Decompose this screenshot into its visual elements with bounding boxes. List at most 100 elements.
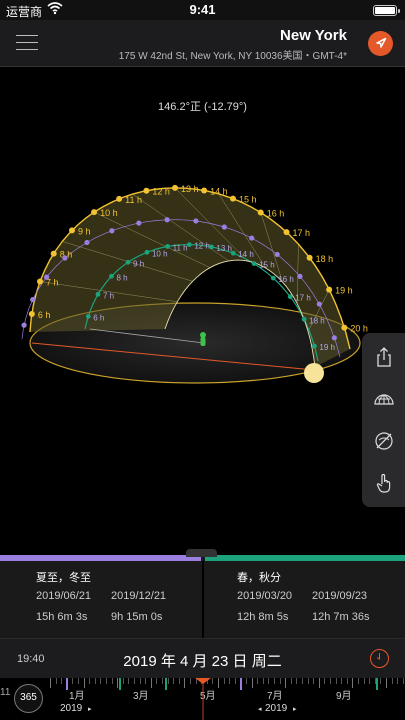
ruler-tick bbox=[190, 678, 191, 684]
sun-path-diagram[interactable]: 6 h7 h8 h9 h10 h11 h12 h 13 h 14 h15 h16 h… bbox=[0, 67, 405, 555]
ruler-tick bbox=[234, 678, 236, 684]
ruler-tick bbox=[55, 678, 57, 684]
hour-label: 14 h bbox=[238, 250, 254, 259]
hour-dot bbox=[84, 239, 90, 246]
hour-label: 13 h bbox=[181, 184, 199, 194]
ruler-tick bbox=[145, 678, 147, 684]
ruler-tick bbox=[178, 678, 180, 684]
tool-sidebar bbox=[362, 333, 405, 507]
ruler-tick bbox=[89, 678, 91, 684]
ruler-tick bbox=[369, 678, 371, 684]
locate-button[interactable] bbox=[368, 31, 393, 56]
hour-dot bbox=[193, 218, 199, 224]
hour-dot bbox=[274, 251, 280, 258]
hour-dot bbox=[37, 278, 44, 285]
ruler-tick bbox=[290, 678, 292, 684]
ruler-tick bbox=[61, 678, 63, 684]
hide-sun-button[interactable] bbox=[373, 430, 395, 452]
hour-dot bbox=[43, 274, 50, 280]
hour-dot bbox=[136, 220, 142, 226]
clock-icon[interactable] bbox=[370, 649, 389, 668]
hour-label: 10 h bbox=[100, 208, 118, 218]
date-cursor-icon bbox=[195, 678, 211, 684]
hour-label: 20 h bbox=[350, 324, 368, 334]
ruler-tick bbox=[335, 678, 337, 684]
autumn-equinox-daylength: 12h 7m 36s bbox=[312, 611, 370, 623]
hour-label: 16 h bbox=[278, 275, 294, 284]
sun-path-view[interactable]: 146.2°正 (-12.79°) 6 h7 h8 h9 h 10 h 11 h 12… bbox=[0, 67, 405, 610]
hour-dot bbox=[230, 250, 236, 256]
current-date[interactable]: 2019 年 4 月 23 日 周二 bbox=[0, 650, 405, 671]
hour-dot bbox=[143, 187, 150, 194]
ruler-tick bbox=[111, 678, 113, 684]
ruler-tick bbox=[358, 678, 359, 684]
hour-dot bbox=[85, 314, 91, 319]
ruler-tick bbox=[386, 678, 387, 688]
ruler-tick bbox=[156, 678, 158, 684]
year-view-button[interactable]: 365 bbox=[14, 684, 43, 713]
ruler-tick bbox=[324, 678, 326, 684]
hour-dot bbox=[312, 343, 317, 349]
hour-label: 8 h bbox=[116, 273, 127, 282]
date-cursor-line bbox=[202, 678, 204, 720]
ruler-tick bbox=[363, 678, 365, 684]
ruler-tick bbox=[268, 678, 270, 684]
ruler-tick bbox=[296, 678, 298, 684]
ruler-tick bbox=[218, 678, 219, 688]
menu-icon bbox=[16, 49, 38, 50]
hour-dot bbox=[326, 286, 333, 293]
dome-view-button[interactable] bbox=[373, 388, 395, 410]
hour-dot bbox=[221, 224, 227, 230]
month-label: 7月 bbox=[267, 691, 283, 702]
ruler-tick bbox=[78, 678, 79, 684]
hour-dot bbox=[229, 195, 236, 202]
ruler-tick bbox=[251, 678, 253, 688]
hour-dot bbox=[109, 273, 114, 279]
month-label: 9月 bbox=[336, 691, 352, 702]
menu-button[interactable] bbox=[16, 35, 38, 50]
ruler-tick bbox=[223, 678, 225, 684]
sun-off-icon bbox=[375, 432, 393, 450]
ruler-tick bbox=[285, 678, 287, 688]
hour-dot bbox=[172, 184, 178, 191]
ruler-tick bbox=[122, 678, 124, 684]
touch-mode-button[interactable] bbox=[373, 472, 395, 494]
season-info-panel: 夏至，冬至 2019/06/21 2019/12/21 15h 6m 3s 9h… bbox=[0, 549, 405, 638]
winter-solstice-date: 2019/12/21 bbox=[111, 590, 167, 602]
address-label[interactable]: 175 W 42nd St, New York, NY 10036美国・GMT-… bbox=[119, 47, 347, 62]
solstice-color-bar bbox=[0, 555, 201, 561]
hour-label: 7 h bbox=[103, 291, 114, 300]
hour-dot bbox=[62, 255, 68, 261]
year-label-left: 2019 bbox=[60, 703, 83, 714]
ruler-tick bbox=[346, 678, 348, 684]
status-bar: 运营商 9:41 bbox=[0, 0, 405, 20]
ruler-tick bbox=[100, 678, 102, 684]
city-title[interactable]: New York bbox=[280, 27, 347, 44]
ruler-tick bbox=[72, 678, 74, 684]
hour-dot bbox=[50, 250, 57, 257]
hour-label: 18 h bbox=[309, 316, 325, 325]
ruler-tick bbox=[262, 678, 264, 684]
hour-label: 16 h bbox=[267, 208, 285, 218]
date-ruler[interactable]: 11 365 1月 3月 5月 7月 9月 2019 ▸ ◂ 2019 ▸ bbox=[0, 678, 405, 720]
ruler-tick bbox=[279, 678, 281, 684]
hour-label: 6 h bbox=[38, 310, 51, 320]
ruler-tick bbox=[307, 678, 309, 684]
hour-dot bbox=[28, 311, 35, 318]
ruler-tick bbox=[341, 678, 343, 684]
equinox-marker bbox=[376, 678, 378, 690]
ruler-tick bbox=[173, 678, 175, 684]
hand-pointer-icon bbox=[376, 473, 391, 493]
panel-drag-handle[interactable] bbox=[186, 549, 217, 557]
ruler-tick bbox=[128, 678, 130, 684]
hour-dot bbox=[283, 229, 290, 236]
hour-label: 19 h bbox=[319, 343, 335, 352]
next-arrow-icon: ▸ bbox=[88, 706, 92, 713]
hour-dot bbox=[331, 335, 337, 341]
month-label: 1月 bbox=[69, 691, 85, 702]
spring-equinox-daylength: 12h 8m 5s bbox=[237, 611, 289, 623]
ruler-tick bbox=[302, 678, 303, 684]
share-button[interactable] bbox=[373, 346, 395, 368]
hour-label: 17 h bbox=[293, 228, 311, 238]
spring-equinox-date: 2019/03/20 bbox=[237, 590, 293, 602]
